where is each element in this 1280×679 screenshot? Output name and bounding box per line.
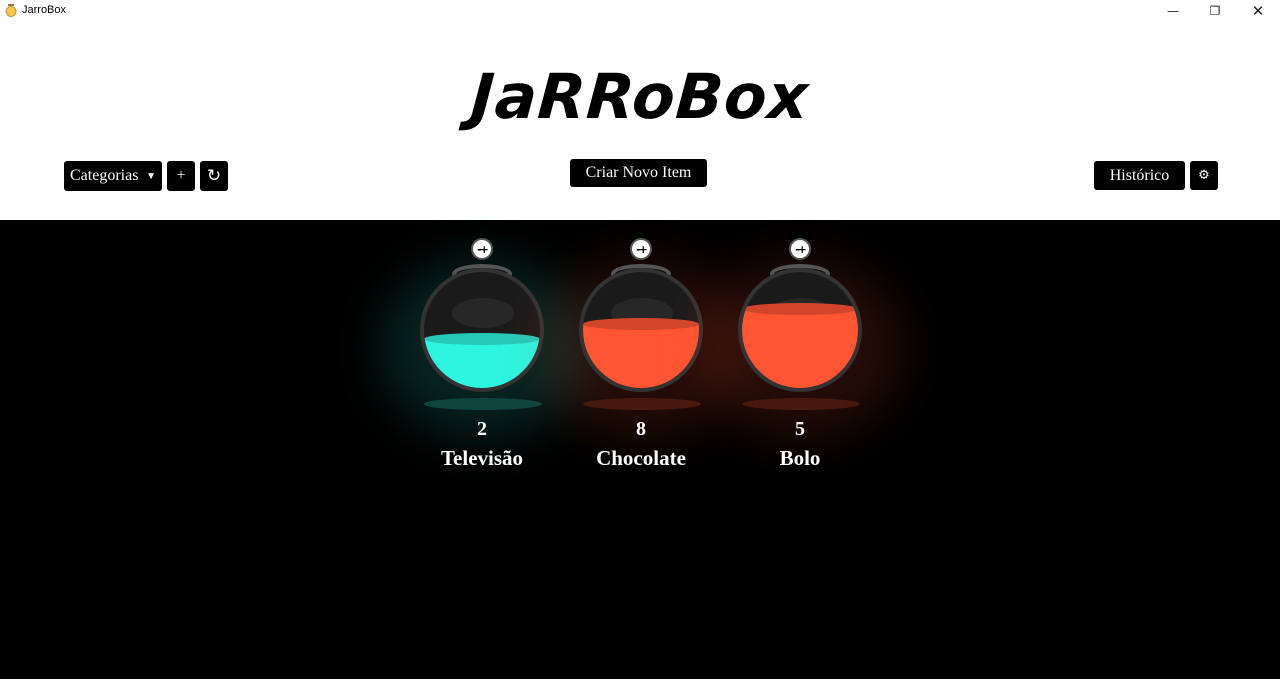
jar-highlight [452,298,514,328]
jar-item[interactable]: -+ 2 Televisão [380,238,586,470]
jar-liquid-surface [583,318,699,331]
categories-select[interactable]: Categorias ▼ [64,161,162,191]
jar-name: Bolo [779,446,821,470]
maximize-button[interactable]: ❐ [1195,0,1235,22]
jar-increment-decrement-button[interactable]: -+ [789,238,811,260]
jar-item[interactable]: -+ 8 Chocolate [539,238,745,470]
jar-liquid-surface [424,333,540,346]
jar-liquid [742,303,858,388]
jar-count: 8 [636,418,646,440]
jar-icon [5,4,17,17]
jar-increment-decrement-button[interactable]: -+ [630,238,652,260]
jar-body [420,268,544,392]
jars-stage: -+ 2 Televisão -+ 8 Chocolate -+ 5 Bolo [0,220,1280,679]
jar-increment-decrement-button[interactable]: -+ [471,238,493,260]
categories-label: Categorias [70,167,139,184]
jar-shadow [583,398,701,410]
add-category-button[interactable]: + [167,161,195,191]
jar-body [738,268,862,392]
minimize-button[interactable]: — [1153,0,1193,22]
jar-count: 2 [477,418,487,440]
jar-liquid [583,318,699,388]
gear-icon[interactable]: ⚙ [1190,161,1218,190]
jar-liquid-surface [742,303,858,316]
app-header: JaRRoBox Categorias ▼ + ↻ Criar Novo Ite… [0,22,1280,220]
jar-shadow [742,398,860,410]
create-new-item-button[interactable]: Criar Novo Item [570,159,707,187]
app-logo: JaRRoBox [468,60,812,133]
jar-name: Televisão [440,446,524,470]
jar-liquid [424,333,540,388]
jar-body [579,268,703,392]
jar-shadow [424,398,542,410]
history-button[interactable]: Histórico [1094,161,1185,190]
jar-name: Chocolate [596,446,686,470]
window-titlebar: JarroBox — ❐ ✕ [0,0,1280,22]
refresh-button[interactable]: ↻ [200,161,228,191]
window-title: JarroBox [22,4,67,16]
jar-item[interactable]: -+ 5 Bolo [698,238,904,470]
jar-count: 5 [795,418,805,440]
close-button[interactable]: ✕ [1238,0,1278,22]
chevron-down-icon: ▼ [146,170,156,182]
